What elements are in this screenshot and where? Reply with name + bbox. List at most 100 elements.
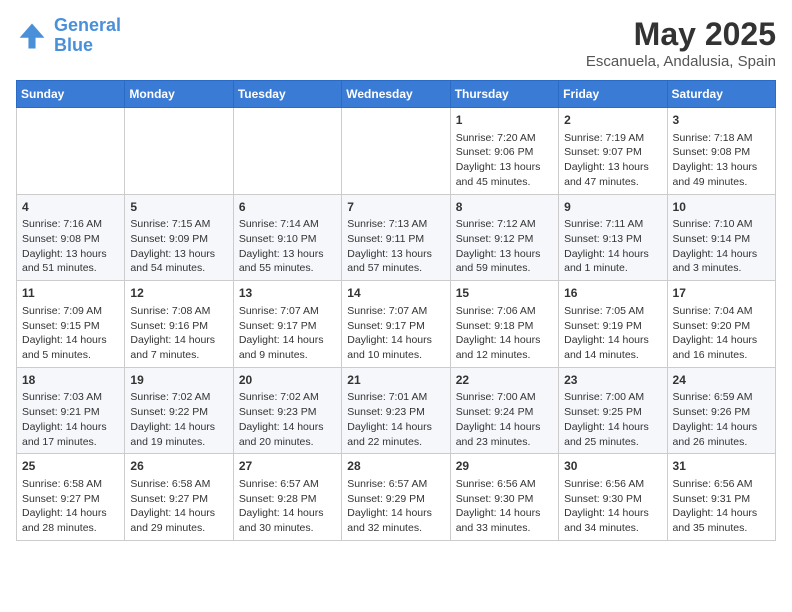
cell-content: Sunrise: 7:19 AM [564, 131, 661, 146]
calendar-cell: 10Sunrise: 7:10 AMSunset: 9:14 PMDayligh… [667, 194, 775, 281]
cell-content: and 17 minutes. [22, 435, 119, 450]
cell-content: Sunset: 9:27 PM [130, 492, 227, 507]
cell-content: and 10 minutes. [347, 348, 444, 363]
cell-content: and 3 minutes. [673, 261, 770, 276]
cell-content: and 16 minutes. [673, 348, 770, 363]
cell-content: Sunset: 9:15 PM [22, 319, 119, 334]
cell-content: Sunrise: 6:57 AM [239, 477, 336, 492]
cell-content: Sunset: 9:14 PM [673, 232, 770, 247]
cell-content: Sunrise: 7:16 AM [22, 217, 119, 232]
cell-content: Sunset: 9:11 PM [347, 232, 444, 247]
cell-content: Sunset: 9:23 PM [239, 405, 336, 420]
cell-content: Daylight: 14 hours [22, 333, 119, 348]
cell-content: Daylight: 13 hours [456, 160, 553, 175]
day-number: 29 [456, 458, 553, 475]
calendar-cell: 29Sunrise: 6:56 AMSunset: 9:30 PMDayligh… [450, 454, 558, 541]
cell-content: Sunrise: 7:12 AM [456, 217, 553, 232]
cell-content: Daylight: 14 hours [456, 420, 553, 435]
cell-content: and 19 minutes. [130, 435, 227, 450]
cell-content: and 55 minutes. [239, 261, 336, 276]
day-number: 7 [347, 199, 444, 216]
cell-content: Daylight: 14 hours [347, 333, 444, 348]
cell-content: Sunset: 9:31 PM [673, 492, 770, 507]
calendar-cell [125, 108, 233, 195]
logo-icon [16, 20, 48, 52]
day-of-week-header: Monday [125, 81, 233, 108]
day-of-week-header: Tuesday [233, 81, 341, 108]
cell-content: Sunset: 9:06 PM [456, 145, 553, 160]
cell-content: Daylight: 14 hours [564, 420, 661, 435]
day-number: 23 [564, 372, 661, 389]
calendar-cell: 25Sunrise: 6:58 AMSunset: 9:27 PMDayligh… [17, 454, 125, 541]
cell-content: Sunset: 9:10 PM [239, 232, 336, 247]
cell-content: and 22 minutes. [347, 435, 444, 450]
location-title: Escanuela, Andalusia, Spain [586, 53, 776, 70]
day-number: 27 [239, 458, 336, 475]
calendar-header-row: SundayMondayTuesdayWednesdayThursdayFrid… [17, 81, 776, 108]
day-number: 17 [673, 285, 770, 302]
day-of-week-header: Thursday [450, 81, 558, 108]
cell-content: Sunset: 9:30 PM [456, 492, 553, 507]
cell-content: Sunset: 9:17 PM [347, 319, 444, 334]
cell-content: Sunset: 9:20 PM [673, 319, 770, 334]
calendar-week-row: 18Sunrise: 7:03 AMSunset: 9:21 PMDayligh… [17, 367, 776, 454]
calendar-cell: 21Sunrise: 7:01 AMSunset: 9:23 PMDayligh… [342, 367, 450, 454]
calendar-cell: 5Sunrise: 7:15 AMSunset: 9:09 PMDaylight… [125, 194, 233, 281]
logo-line2: Blue [54, 35, 93, 55]
cell-content: Daylight: 13 hours [239, 247, 336, 262]
cell-content: Sunset: 9:08 PM [22, 232, 119, 247]
cell-content: Sunrise: 7:00 AM [456, 390, 553, 405]
cell-content: Daylight: 14 hours [456, 333, 553, 348]
cell-content: Sunset: 9:22 PM [130, 405, 227, 420]
cell-content: Daylight: 14 hours [239, 420, 336, 435]
cell-content: Sunset: 9:27 PM [22, 492, 119, 507]
day-number: 15 [456, 285, 553, 302]
cell-content: Sunrise: 7:07 AM [347, 304, 444, 319]
calendar-cell: 30Sunrise: 6:56 AMSunset: 9:30 PMDayligh… [559, 454, 667, 541]
cell-content: Sunrise: 7:10 AM [673, 217, 770, 232]
cell-content: and 45 minutes. [456, 175, 553, 190]
calendar-cell: 7Sunrise: 7:13 AMSunset: 9:11 PMDaylight… [342, 194, 450, 281]
header: General Blue May 2025 Escanuela, Andalus… [16, 16, 776, 70]
day-number: 13 [239, 285, 336, 302]
calendar-cell: 19Sunrise: 7:02 AMSunset: 9:22 PMDayligh… [125, 367, 233, 454]
cell-content: Sunset: 9:08 PM [673, 145, 770, 160]
day-of-week-header: Saturday [667, 81, 775, 108]
calendar-cell: 1Sunrise: 7:20 AMSunset: 9:06 PMDaylight… [450, 108, 558, 195]
cell-content: Daylight: 14 hours [673, 333, 770, 348]
cell-content: and 35 minutes. [673, 521, 770, 536]
day-number: 3 [673, 112, 770, 129]
cell-content: Sunset: 9:29 PM [347, 492, 444, 507]
calendar-cell: 26Sunrise: 6:58 AMSunset: 9:27 PMDayligh… [125, 454, 233, 541]
day-of-week-header: Friday [559, 81, 667, 108]
cell-content: Sunrise: 7:15 AM [130, 217, 227, 232]
day-number: 22 [456, 372, 553, 389]
cell-content: Daylight: 14 hours [130, 506, 227, 521]
cell-content: Sunrise: 7:09 AM [22, 304, 119, 319]
day-number: 18 [22, 372, 119, 389]
cell-content: Sunrise: 6:56 AM [673, 477, 770, 492]
cell-content: and 14 minutes. [564, 348, 661, 363]
calendar-week-row: 25Sunrise: 6:58 AMSunset: 9:27 PMDayligh… [17, 454, 776, 541]
cell-content: and 59 minutes. [456, 261, 553, 276]
cell-content: Sunset: 9:30 PM [564, 492, 661, 507]
calendar-cell: 6Sunrise: 7:14 AMSunset: 9:10 PMDaylight… [233, 194, 341, 281]
calendar-cell [17, 108, 125, 195]
calendar-cell: 24Sunrise: 6:59 AMSunset: 9:26 PMDayligh… [667, 367, 775, 454]
cell-content: Daylight: 14 hours [130, 420, 227, 435]
calendar-cell: 12Sunrise: 7:08 AMSunset: 9:16 PMDayligh… [125, 281, 233, 368]
cell-content: Sunset: 9:19 PM [564, 319, 661, 334]
calendar-cell: 23Sunrise: 7:00 AMSunset: 9:25 PMDayligh… [559, 367, 667, 454]
day-number: 8 [456, 199, 553, 216]
cell-content: Sunset: 9:09 PM [130, 232, 227, 247]
cell-content: and 7 minutes. [130, 348, 227, 363]
cell-content: and 49 minutes. [673, 175, 770, 190]
cell-content: Daylight: 14 hours [22, 420, 119, 435]
cell-content: and 12 minutes. [456, 348, 553, 363]
cell-content: and 32 minutes. [347, 521, 444, 536]
calendar-cell: 14Sunrise: 7:07 AMSunset: 9:17 PMDayligh… [342, 281, 450, 368]
cell-content: Sunrise: 6:57 AM [347, 477, 444, 492]
calendar-cell: 17Sunrise: 7:04 AMSunset: 9:20 PMDayligh… [667, 281, 775, 368]
calendar-cell: 9Sunrise: 7:11 AMSunset: 9:13 PMDaylight… [559, 194, 667, 281]
cell-content: and 57 minutes. [347, 261, 444, 276]
